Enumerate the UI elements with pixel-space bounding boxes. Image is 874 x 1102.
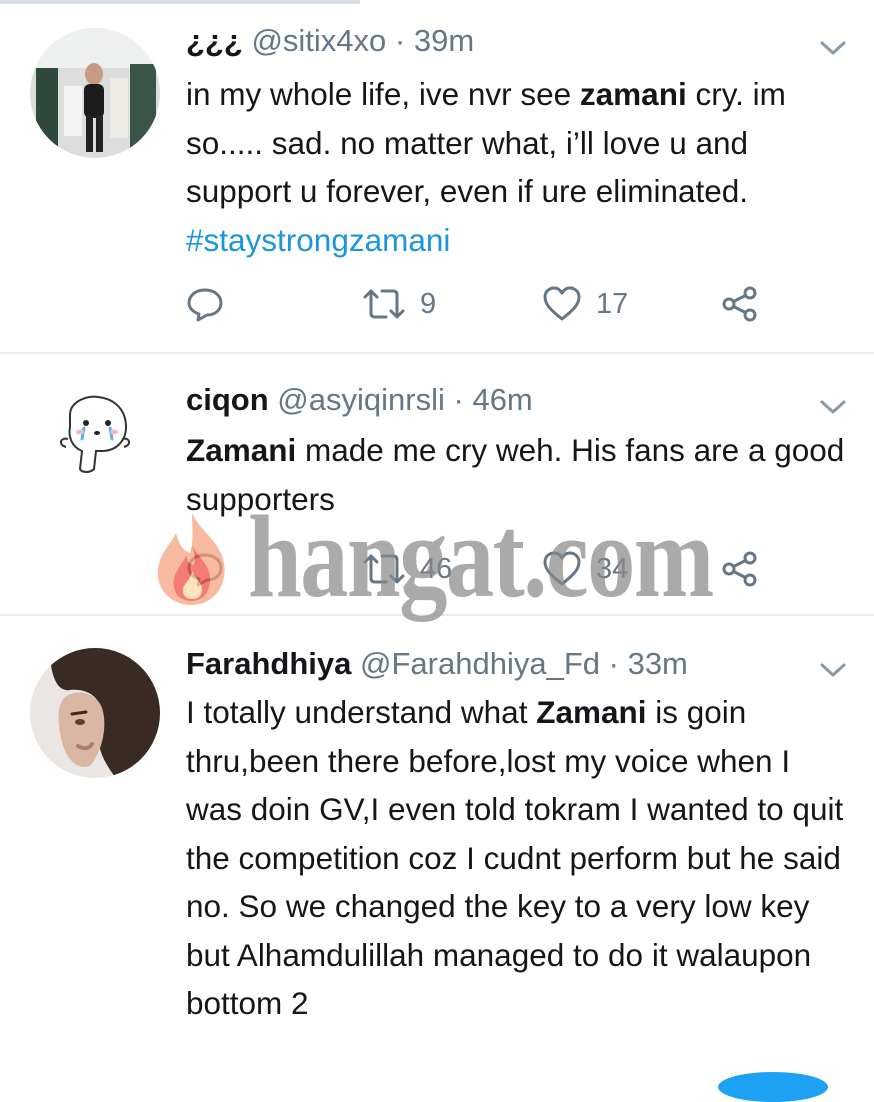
reply-button[interactable] <box>186 282 238 326</box>
chevron-down-icon[interactable] <box>818 38 848 58</box>
compose-fab-edge[interactable] <box>718 1072 828 1102</box>
like-button[interactable]: 17 <box>542 282 628 326</box>
retweet-button[interactable]: 9 <box>362 282 436 326</box>
tweet-header: Farahdhiya @Farahdhiya_Fd · 33m <box>186 645 688 683</box>
action-bar: 46 34 <box>186 547 786 591</box>
like-button[interactable]: 34 <box>542 547 628 591</box>
reply-icon <box>187 553 223 587</box>
mention-bold: zamani <box>579 76 687 112</box>
text-segment: I totally understand what <box>186 694 537 730</box>
separator-dot: · <box>608 646 619 681</box>
avatar-sticker-2 <box>30 377 160 507</box>
retweet-count: 9 <box>420 287 437 320</box>
like-count: 34 <box>596 552 629 585</box>
like-icon <box>543 286 581 321</box>
retweet-icon <box>363 554 405 584</box>
reply-button[interactable] <box>186 547 238 591</box>
tweet-body: in my whole life, ive nvr see zamani cry… <box>186 70 846 264</box>
hashtag-link[interactable]: #staystrongzamani <box>186 222 450 258</box>
avatar[interactable] <box>30 377 160 507</box>
avatar-photo-3 <box>30 648 160 778</box>
tweet-body: I totally understand what Zamani is goin… <box>186 688 846 1028</box>
handle[interactable]: @sitix4xo <box>251 23 386 58</box>
mention-bold: Zamani <box>186 432 297 468</box>
display-name[interactable]: Farahdhiya <box>186 646 351 681</box>
separator-dot: · <box>394 23 406 58</box>
display-name[interactable]: ciqon <box>186 382 269 417</box>
like-count: 17 <box>596 287 629 320</box>
retweet-icon <box>363 289 405 319</box>
avatar[interactable] <box>30 28 160 158</box>
handle[interactable]: @Farahdhiya_Fd <box>360 646 600 681</box>
share-icon <box>722 286 757 322</box>
retweet-button[interactable]: 46 <box>362 547 452 591</box>
action-bar: 9 17 <box>186 282 786 326</box>
chevron-down-icon[interactable] <box>818 660 848 680</box>
tweet-header: ¿¿¿ @sitix4xo · 39m <box>186 22 474 60</box>
tweet-1[interactable]: ¿¿¿ @sitix4xo · 39m in my whole life, iv… <box>0 0 874 354</box>
timestamp[interactable]: 46m <box>472 382 532 417</box>
tweet-body: Zamani made me cry weh. His fans are a g… <box>186 426 846 523</box>
timestamp[interactable]: 39m <box>414 23 474 58</box>
share-button[interactable] <box>720 282 760 326</box>
handle[interactable]: @asyiqinrsli <box>277 382 445 417</box>
tweet-header: ciqon @asyiqinrsli · 46m <box>186 381 533 419</box>
text-segment: in my whole life, ive nvr see <box>186 76 580 112</box>
tweet-2[interactable]: ciqon @asyiqinrsli · 46m Zamani made me … <box>0 354 874 616</box>
like-icon <box>543 551 581 586</box>
retweet-count: 46 <box>420 552 453 585</box>
separator-dot: · <box>453 382 464 417</box>
share-button[interactable] <box>720 547 760 591</box>
share-icon <box>722 551 757 587</box>
avatar-photo-1 <box>30 28 160 158</box>
chevron-down-icon[interactable] <box>818 397 848 417</box>
display-name[interactable]: ¿¿¿ <box>186 23 243 58</box>
text-segment: is goin thru,been there before,lost my v… <box>186 694 844 1021</box>
tweet-3[interactable]: Farahdhiya @Farahdhiya_Fd · 33m I totall… <box>0 616 874 1080</box>
mention-bold: Zamani <box>536 694 647 730</box>
avatar[interactable] <box>30 648 160 778</box>
timestamp[interactable]: 33m <box>628 646 688 681</box>
reply-icon <box>187 288 223 322</box>
